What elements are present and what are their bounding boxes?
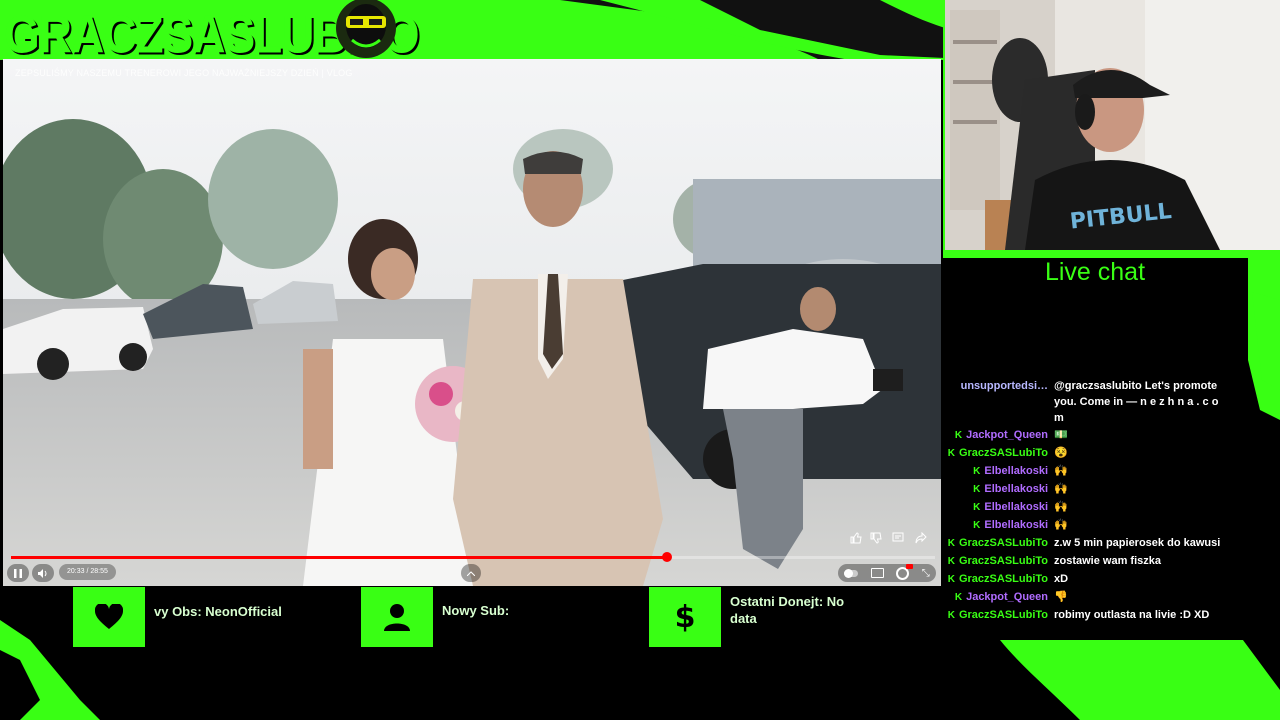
webcam-feed: PITBULL: [945, 0, 1280, 250]
progress-bar[interactable]: [11, 552, 935, 562]
player-right-controls: ⤡: [838, 563, 936, 582]
chat-message: K Jackpot_Queen 👎: [942, 589, 1248, 606]
chat-author[interactable]: K Elbellakoski: [942, 463, 1048, 480]
chat-message: K GraczSASLubiTo robimy outlasta na livie …: [942, 607, 1248, 624]
chat-title: Live chat: [1044, 258, 1146, 286]
pause-icon: [14, 568, 22, 578]
kick-badge-icon: K: [947, 538, 955, 549]
pause-button[interactable]: [7, 564, 29, 582]
sub-box: [361, 587, 433, 647]
chat-message-list[interactable]: unsupportedsi… @graczsaslubito Let's prom…: [942, 378, 1248, 625]
chat-username[interactable]: unsupportedsi…: [961, 380, 1048, 392]
brand-logo: [336, 0, 396, 58]
chat-author[interactable]: unsupportedsi…: [942, 378, 1048, 426]
chat-author[interactable]: K GraczSASLubiTo: [942, 535, 1048, 552]
chat-message: K Elbellakoski 🙌: [942, 463, 1248, 480]
kick-badge-icon: K: [973, 484, 981, 495]
chat-message: K GraczSASLubiTo zostawie wam fiszka: [942, 553, 1248, 570]
kick-badge-icon: K: [947, 556, 955, 567]
chat-text: 💵: [1054, 429, 1068, 441]
chat-text: xD: [1054, 573, 1069, 585]
chat-username[interactable]: Elbellakoski: [984, 483, 1048, 495]
chat-author[interactable]: K GraczSASLubiTo: [942, 571, 1048, 588]
chat-author[interactable]: K GraczSASLubiTo: [942, 607, 1048, 624]
chevron-up-icon[interactable]: [461, 564, 481, 582]
share-icon[interactable]: [912, 529, 930, 547]
kick-badge-icon: K: [947, 574, 955, 585]
live-chat: Live chat unsupportedsi… @graczsaslubito …: [942, 258, 1248, 640]
chat-message: K Elbellakoski 🙌: [942, 517, 1248, 534]
chat-text: 😵: [1054, 447, 1068, 459]
chat-message: K Elbellakoski 🙌: [942, 481, 1248, 498]
time-display: 20:33 / 28:55: [59, 564, 116, 580]
chat-text: robimy outlasta na livie :D XD: [1054, 609, 1210, 621]
kick-badge-icon: K: [947, 610, 955, 621]
chat-username[interactable]: GraczSASLubiTo: [959, 555, 1048, 567]
video-player[interactable]: ZEPSULIŚMY NASZEMU TRENEROWI JEGO NAJWAŻ…: [3, 59, 941, 586]
sub-label: Nowy Sub:: [442, 603, 510, 618]
person-icon: [384, 604, 410, 631]
kick-badge-icon: K: [973, 466, 981, 477]
chat-username[interactable]: GraczSASLubiTo: [959, 537, 1048, 549]
chat-author[interactable]: K GraczSASLubiTo: [942, 553, 1048, 570]
kick-badge-icon: K: [954, 592, 963, 603]
chat-author[interactable]: K GraczSASLubiTo: [942, 445, 1048, 462]
chat-username[interactable]: GraczSASLubiTo: [959, 573, 1048, 585]
like-icon[interactable]: [847, 529, 865, 547]
video-title: ZEPSULIŚMY NASZEMU TRENEROWI JEGO NAJWAŻ…: [15, 68, 353, 78]
chat-username[interactable]: Elbellakoski: [984, 519, 1048, 531]
chat-message: K Elbellakoski 🙌: [942, 499, 1248, 516]
chat-author[interactable]: K Jackpot_Queen: [942, 589, 1048, 606]
chat-text: 👎: [1054, 591, 1068, 603]
chat-text: zostawie wam fiszka: [1054, 555, 1161, 567]
chat-username[interactable]: GraczSASLubiTo: [959, 447, 1048, 459]
autoplay-toggle[interactable]: [844, 568, 859, 578]
chat-author[interactable]: K Jackpot_Queen: [942, 427, 1048, 444]
kick-badge-icon: K: [947, 448, 955, 459]
chat-username[interactable]: Jackpot_Queen: [966, 591, 1048, 603]
progress-fill: [11, 556, 667, 559]
chat-text: 🙌: [1054, 501, 1068, 513]
chat-username[interactable]: Elbellakoski: [984, 465, 1048, 477]
dislike-icon[interactable]: [867, 529, 885, 547]
volume-button[interactable]: [32, 564, 54, 582]
chat-text: 🙌: [1054, 465, 1068, 477]
settings-icon[interactable]: [896, 563, 914, 580]
volume-icon: [38, 568, 47, 578]
chat-text: z.w 5 min papierosek do kawusi: [1054, 537, 1221, 549]
comment-icon[interactable]: [889, 529, 907, 547]
chat-username[interactable]: Jackpot_Queen: [966, 429, 1048, 441]
chat-username[interactable]: Elbellakoski: [984, 501, 1048, 513]
chat-author[interactable]: K Elbellakoski: [942, 481, 1048, 498]
chat-message: unsupportedsi… @graczsaslubito Let's prom…: [942, 378, 1248, 426]
subtitles-icon[interactable]: [870, 568, 884, 578]
follower-box: [73, 587, 145, 647]
chat-text: 🙌: [1054, 519, 1068, 531]
chat-message: K Jackpot_Queen 💵: [942, 427, 1248, 444]
donation-box: $: [649, 587, 721, 647]
heart-icon: [95, 604, 123, 629]
chat-message: K GraczSASLubiTo xD: [942, 571, 1248, 588]
donation-label: Ostatni Donejt: No data: [730, 594, 845, 626]
follower-label: vy Obs: NeonOfficial: [154, 604, 282, 619]
chat-author[interactable]: K Elbellakoski: [942, 517, 1048, 534]
chat-author[interactable]: K Elbellakoski: [942, 499, 1048, 516]
chat-text: 🙌: [1054, 483, 1068, 495]
chat-message: K GraczSASLubiTo z.w 5 min papierosek do k…: [942, 535, 1248, 552]
video-frame: [3, 59, 941, 586]
kick-badge-icon: K: [973, 502, 981, 513]
chat-text: @graczsaslubito Let's promote you. Come …: [1054, 380, 1219, 424]
dollar-icon: $: [674, 599, 696, 635]
fullscreen-exit-icon[interactable]: ⤡: [922, 568, 930, 579]
chat-username[interactable]: GraczSASLubiTo: [959, 609, 1048, 621]
kick-badge-icon: K: [954, 430, 963, 441]
kick-badge-icon: K: [973, 520, 981, 531]
chat-message: K GraczSASLubiTo 😵: [942, 445, 1248, 462]
progress-scrubber[interactable]: [661, 552, 672, 562]
